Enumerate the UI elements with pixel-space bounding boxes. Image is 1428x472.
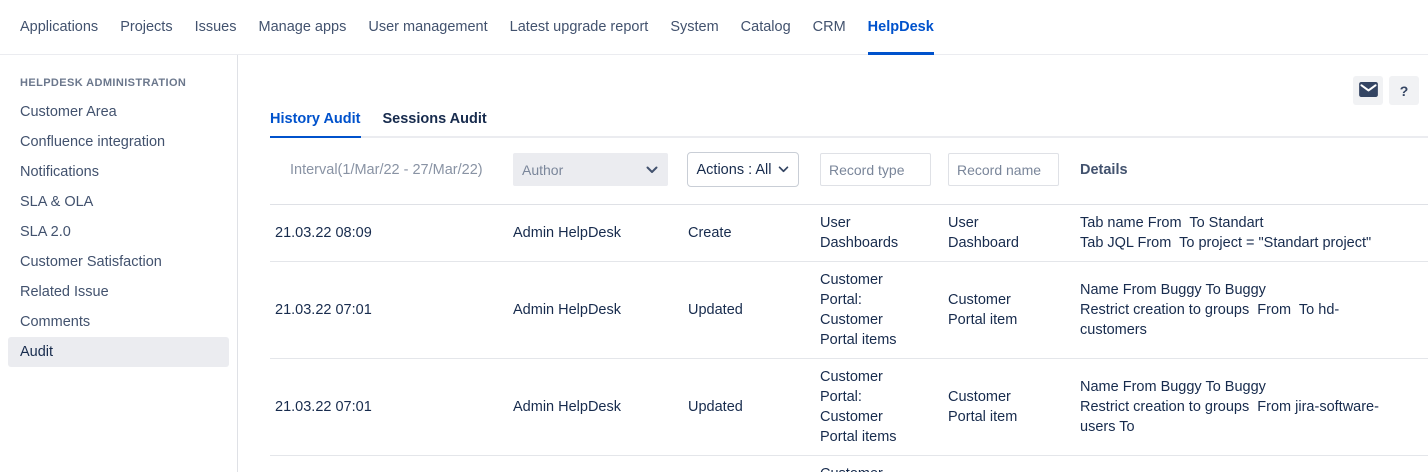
record-type-input[interactable] — [820, 153, 931, 186]
nav-item-manage-apps[interactable]: Manage apps — [248, 0, 358, 55]
interval-label[interactable]: Interval(1/Mar/22 - 27/Mar/22) — [270, 162, 508, 178]
nav-item-projects[interactable]: Projects — [109, 0, 183, 55]
row-record-type: Customer Portal: Customer Portal items — [815, 270, 943, 350]
chevron-down-icon — [778, 166, 789, 173]
details-column-header: Details — [1075, 162, 1428, 178]
sidebar-item-sla-2-0[interactable]: SLA 2.0 — [8, 217, 229, 247]
row-author: Admin HelpDesk — [508, 300, 683, 320]
author-select-placeholder: Author — [522, 162, 563, 178]
row-date: 21.03.22 07:01 — [270, 300, 508, 320]
row-record-name: Customer Portal item — [943, 387, 1075, 427]
nav-item-applications[interactable]: Applications — [9, 0, 109, 55]
nav-item-latest-upgrade-report[interactable]: Latest upgrade report — [499, 0, 660, 55]
tab-history-audit[interactable]: History Audit — [270, 105, 361, 138]
audit-main-panel: ? History Audit Sessions Audit Interval(… — [238, 55, 1428, 472]
nav-item-catalog[interactable]: Catalog — [730, 0, 802, 55]
mail-button[interactable] — [1353, 76, 1383, 105]
audit-table-row: 21.03.22 07:01 Admin HelpDesk Updated Cu… — [270, 262, 1428, 359]
toolbar-icons: ? — [270, 55, 1428, 105]
record-name-input[interactable] — [948, 153, 1059, 186]
row-action: Create — [683, 223, 815, 243]
row-date: 21.03.22 08:09 — [270, 223, 508, 243]
sidebar-item-comments[interactable]: Comments — [8, 307, 229, 337]
nav-item-user-management[interactable]: User management — [357, 0, 498, 55]
author-select[interactable]: Author — [513, 153, 668, 186]
help-button[interactable]: ? — [1389, 76, 1419, 105]
chevron-down-icon — [646, 166, 658, 174]
row-record-type: Customer Portal: Customer Portal items — [815, 464, 943, 472]
sidebar-item-related-issue[interactable]: Related Issue — [8, 277, 229, 307]
row-details: Tab name From To Standart Tab JQL From T… — [1075, 213, 1428, 253]
mail-icon — [1359, 82, 1378, 100]
sidebar-item-customer-satisfaction[interactable]: Customer Satisfaction — [8, 247, 229, 277]
row-action: Updated — [683, 397, 815, 417]
top-navigation: Applications Projects Issues Manage apps… — [0, 0, 1428, 55]
sidebar-item-notifications[interactable]: Notifications — [8, 157, 229, 187]
nav-item-helpdesk[interactable]: HelpDesk — [857, 0, 945, 55]
audit-table-row: 21.03.22 07:00 Admin HelpDesk Updated Cu… — [270, 456, 1428, 472]
tab-sessions-audit[interactable]: Sessions Audit — [383, 105, 487, 138]
nav-item-issues[interactable]: Issues — [184, 0, 248, 55]
nav-item-system[interactable]: System — [659, 0, 729, 55]
actions-filter-button[interactable]: Actions : All — [687, 152, 799, 187]
nav-item-crm[interactable]: CRM — [802, 0, 857, 55]
sidebar-section-title: HELPDESK ADMINISTRATION — [0, 77, 237, 97]
row-record-name: User Dashboard — [943, 213, 1075, 253]
audit-table-row: 21.03.22 07:01 Admin HelpDesk Updated Cu… — [270, 359, 1428, 456]
row-author: Admin HelpDesk — [508, 223, 683, 243]
sidebar-item-customer-area[interactable]: Customer Area — [8, 97, 229, 127]
audit-tabs: History Audit Sessions Audit — [270, 105, 1428, 138]
row-details: Name From Buggy To Buggy Restrict creati… — [1075, 377, 1428, 437]
row-record-name: Customer Portal item — [943, 290, 1075, 330]
row-action: Updated — [683, 300, 815, 320]
row-date: 21.03.22 07:01 — [270, 397, 508, 417]
row-author: Admin HelpDesk — [508, 397, 683, 417]
audit-table-row: 21.03.22 08:09 Admin HelpDesk Create Use… — [270, 205, 1428, 262]
row-details: Name From Buggy To Buggy Restrict creati… — [1075, 280, 1428, 340]
audit-filter-row: Interval(1/Mar/22 - 27/Mar/22) Author Ac… — [270, 138, 1428, 205]
row-record-type: User Dashboards — [815, 213, 943, 253]
helpdesk-admin-sidebar: HELPDESK ADMINISTRATION Customer Area Co… — [0, 55, 238, 472]
row-record-type: Customer Portal: Customer Portal items — [815, 367, 943, 447]
sidebar-item-audit[interactable]: Audit — [8, 337, 229, 367]
sidebar-item-sla-ola[interactable]: SLA & OLA — [8, 187, 229, 217]
actions-filter-label: Actions : All — [697, 162, 772, 178]
sidebar-item-confluence-integration[interactable]: Confluence integration — [8, 127, 229, 157]
